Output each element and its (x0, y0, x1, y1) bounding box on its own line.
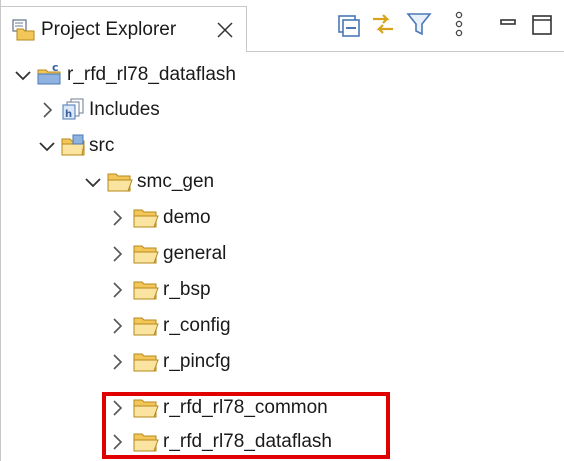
source-folder-icon (61, 133, 87, 157)
project-explorer-icon (11, 19, 35, 41)
svg-text:h: h (65, 109, 72, 120)
folder-icon (133, 277, 159, 301)
chevron-down-icon[interactable] (83, 172, 103, 192)
tree-item-label: Includes (89, 99, 160, 120)
tree-item-label: smc_gen (137, 171, 215, 192)
tree-item-label: r_pincfg (163, 351, 231, 372)
maximize-icon[interactable] (529, 10, 557, 38)
tree-item-includes[interactable]: h Includes (1, 92, 564, 128)
tree-item-label: r_rfd_rl78_dataflash (67, 64, 236, 85)
includes-icon: h (61, 97, 87, 121)
folder-icon (133, 205, 159, 229)
folder-icon (133, 349, 159, 373)
tree-item-label: src (89, 135, 115, 156)
tree-item-label: r_bsp (163, 279, 211, 300)
minimize-icon[interactable] (495, 10, 523, 38)
chevron-down-icon[interactable] (37, 136, 57, 156)
folder-icon (133, 313, 159, 337)
chevron-right-icon[interactable] (107, 316, 127, 336)
close-icon[interactable] (215, 20, 235, 40)
tab-label: Project Explorer (41, 19, 177, 40)
filter-icon[interactable] (405, 10, 433, 38)
tree-item-r-config[interactable]: r_config (1, 308, 564, 344)
collapse-all-icon[interactable] (335, 10, 363, 38)
tab-project-explorer[interactable]: Project Explorer (1, 6, 247, 52)
tree-item-smc-gen[interactable]: smc_gen (1, 164, 564, 200)
chevron-down-icon[interactable] (13, 65, 33, 85)
chevron-right-icon[interactable] (37, 100, 57, 120)
folder-icon (107, 169, 133, 193)
c-project-icon: c (37, 61, 63, 86)
tree-item-project[interactable]: c r_rfd_rl78_dataflash (1, 57, 564, 93)
tree-item-label: r_config (163, 315, 231, 336)
vertical-ellipsis-icon[interactable] (445, 10, 473, 38)
project-explorer-view: Project Explorer c r_rfd_rl78_dataflash … (0, 0, 564, 461)
chevron-right-icon[interactable] (107, 280, 127, 300)
chevron-right-icon[interactable] (107, 208, 127, 228)
tree-item-src[interactable]: src (1, 128, 564, 164)
folder-icon (133, 241, 159, 265)
link-with-editor-icon[interactable] (369, 10, 397, 38)
chevron-right-icon[interactable] (107, 352, 127, 372)
tree-item-r-pincfg[interactable]: r_pincfg (1, 344, 564, 380)
highlight-box (102, 392, 390, 459)
tree-item-label: demo (163, 207, 211, 228)
tree-item-general[interactable]: general (1, 236, 564, 272)
view-tab-strip: Project Explorer (1, 0, 564, 52)
tree-item-demo[interactable]: demo (1, 200, 564, 236)
svg-text:c: c (52, 62, 59, 74)
tree-item-label: general (163, 243, 227, 264)
tree-item-r-bsp[interactable]: r_bsp (1, 272, 564, 308)
chevron-right-icon[interactable] (107, 244, 127, 264)
